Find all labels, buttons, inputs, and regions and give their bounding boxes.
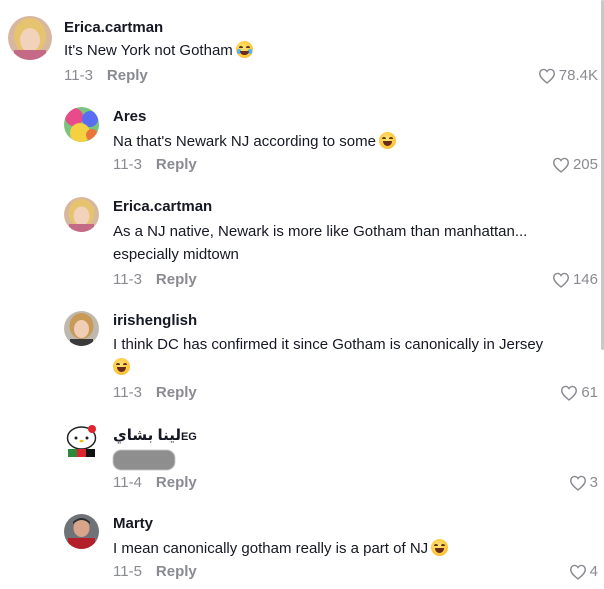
comment-date: 11-3 <box>113 156 142 173</box>
like-button[interactable]: 205 <box>552 155 598 175</box>
comment-meta: 11-3 Reply <box>113 155 197 175</box>
comment-text: As a NJ native, Newark is more like Goth… <box>113 223 528 240</box>
reply-button[interactable]: Reply <box>156 474 197 491</box>
comment-text: Na that's Newark NJ according to some <box>113 130 396 153</box>
reply-button[interactable]: Reply <box>156 271 197 288</box>
comment-item: لينا بشايEG 11-4 Reply 3 <box>0 423 604 495</box>
comment-meta: 11-3 Reply <box>113 383 197 403</box>
like-button[interactable]: 3 <box>569 473 598 493</box>
like-button[interactable]: 78.4K <box>538 66 598 86</box>
heart-icon <box>538 68 555 84</box>
like-button[interactable]: 4 <box>569 562 598 582</box>
like-button[interactable]: 146 <box>552 270 598 290</box>
comment-text: especially midtown <box>113 246 239 263</box>
laughing-emoji-icon <box>113 358 130 375</box>
comment-text: It's New York not Gotham <box>64 39 253 62</box>
laughing-emoji-icon <box>378 132 396 149</box>
comment-text: I mean canonically gotham really is a pa… <box>113 537 449 560</box>
heart-icon <box>552 157 569 173</box>
comment-author[interactable]: irishenglish <box>113 311 197 331</box>
comment-meta: 11-3 Reply <box>64 66 148 86</box>
comment-date: 11-3 <box>64 67 93 84</box>
like-count: 4 <box>589 563 598 580</box>
avatar[interactable] <box>64 311 99 346</box>
comment-author[interactable]: Erica.cartman <box>64 18 163 38</box>
like-count: 146 <box>572 271 598 288</box>
comment-author[interactable]: Erica.cartman <box>113 197 212 217</box>
heart-icon <box>569 564 586 580</box>
avatar[interactable] <box>8 16 52 60</box>
comment-meta: 11-3 Reply <box>113 270 197 290</box>
comment-meta: 11-5 Reply <box>113 562 197 582</box>
comment-author[interactable]: Marty <box>113 514 153 534</box>
like-count: 205 <box>572 156 598 173</box>
reply-button[interactable]: Reply <box>156 384 197 401</box>
like-count: 3 <box>589 474 598 491</box>
reply-button[interactable]: Reply <box>156 156 197 173</box>
comment-date: 11-5 <box>113 563 142 580</box>
like-count: 61 <box>581 384 598 401</box>
comment-item: Ares Na that's Newark NJ according to so… <box>0 107 604 177</box>
comment-author[interactable]: لينا بشايEG <box>113 426 197 447</box>
crying-emoji-icon <box>235 41 253 58</box>
reply-button[interactable]: Reply <box>156 563 197 580</box>
heart-icon <box>561 385 578 401</box>
avatar[interactable] <box>64 514 99 549</box>
heart-icon <box>569 475 586 491</box>
comment-date: 11-4 <box>113 474 142 491</box>
blurred-text <box>113 450 175 470</box>
like-count: 78.4K <box>558 67 598 84</box>
comment-date: 11-3 <box>113 271 142 288</box>
avatar[interactable] <box>64 107 99 142</box>
comment-item: irishenglish I think DC has confirmed it… <box>0 311 604 407</box>
comment-text: I think DC has confirmed it since Gotham… <box>113 336 544 353</box>
comment-meta: 11-4 Reply <box>113 473 197 493</box>
avatar[interactable] <box>64 423 99 458</box>
comment-date: 11-3 <box>113 384 142 401</box>
comment-item: Erica.cartman As a NJ native, Newark is … <box>0 197 604 293</box>
reply-button[interactable]: Reply <box>107 67 148 84</box>
comment-item: Erica.cartman It's New York not Gotham 1… <box>0 16 604 90</box>
heart-icon <box>552 272 569 288</box>
comment-text <box>110 356 130 379</box>
comment-author[interactable]: Ares <box>113 107 146 127</box>
like-button[interactable]: 61 <box>560 383 598 403</box>
avatar[interactable] <box>64 197 99 232</box>
comment-item: Marty I mean canonically gotham really i… <box>0 514 604 584</box>
laughing-emoji-icon <box>431 539 449 556</box>
